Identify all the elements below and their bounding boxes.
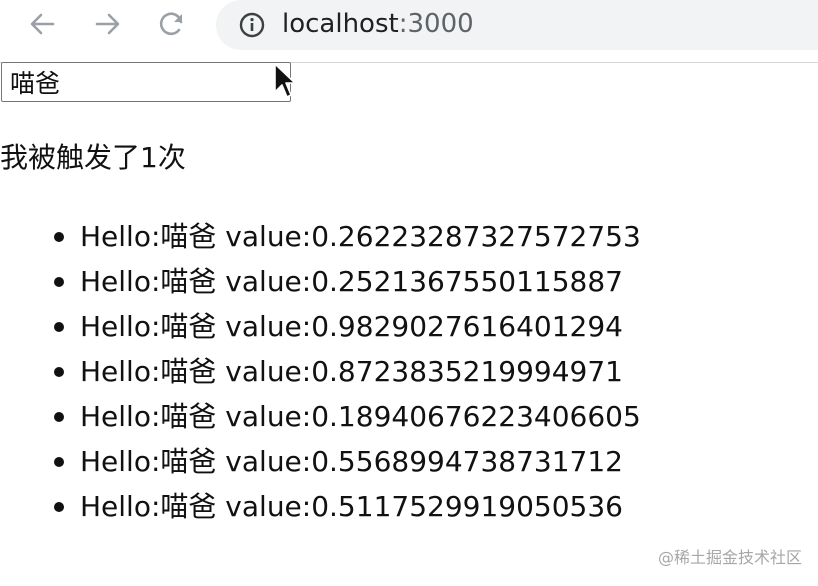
- bullet-icon: [54, 232, 64, 242]
- list-item-label: Hello:喵爸 value:0.8723835219994971: [80, 355, 623, 388]
- url-port: :3000: [398, 9, 474, 39]
- list-item: Hello:喵爸 value:0.8723835219994971: [0, 354, 641, 399]
- list-item: Hello:喵爸 value:0.18940676223406605: [0, 399, 641, 444]
- list-item: Hello:喵爸 value:0.5117529919050536: [0, 489, 641, 534]
- list-item-label: Hello:喵爸 value:0.5568994738731712: [80, 445, 623, 478]
- info-icon[interactable]: [238, 11, 266, 39]
- value-list: Hello:喵爸 value:0.26223287327572753 Hello…: [0, 219, 641, 534]
- arrow-left-icon: [30, 13, 55, 35]
- list-item: Hello:喵爸 value:0.2521367550115887: [0, 264, 641, 309]
- bullet-icon: [54, 502, 64, 512]
- list-item: Hello:喵爸 value:0.9829027616401294: [0, 309, 641, 354]
- list-item-label: Hello:喵爸 value:0.26223287327572753: [80, 220, 641, 253]
- watermark: @稀土掘金技术社区: [657, 548, 802, 567]
- address-bar[interactable]: localhost:3000: [216, 0, 818, 50]
- browser-toolbar: localhost:3000: [0, 0, 818, 63]
- arrow-right-icon: [95, 13, 120, 35]
- bullet-icon: [54, 367, 64, 377]
- reload-button[interactable]: [152, 4, 192, 44]
- bullet-icon: [54, 322, 64, 332]
- name-input[interactable]: [1, 62, 291, 102]
- mouse-pointer-icon: [274, 63, 296, 98]
- back-button[interactable]: [22, 4, 62, 44]
- url-text[interactable]: localhost:3000: [282, 8, 474, 40]
- list-item: Hello:喵爸 value:0.5568994738731712: [0, 444, 641, 489]
- list-item-label: Hello:喵爸 value:0.2521367550115887: [80, 265, 623, 298]
- url-host: localhost: [282, 9, 399, 39]
- bullet-icon: [54, 277, 64, 287]
- bullet-icon: [54, 412, 64, 422]
- list-item-label: Hello:喵爸 value:0.5117529919050536: [80, 490, 623, 523]
- list-item-label: Hello:喵爸 value:0.9829027616401294: [80, 310, 623, 343]
- bullet-icon: [54, 457, 64, 467]
- list-item: Hello:喵爸 value:0.26223287327572753: [0, 219, 641, 264]
- reload-icon: [159, 12, 183, 36]
- trigger-count-text: 我被触发了1次: [0, 141, 186, 174]
- forward-button[interactable]: [88, 4, 128, 44]
- list-item-label: Hello:喵爸 value:0.18940676223406605: [80, 400, 641, 433]
